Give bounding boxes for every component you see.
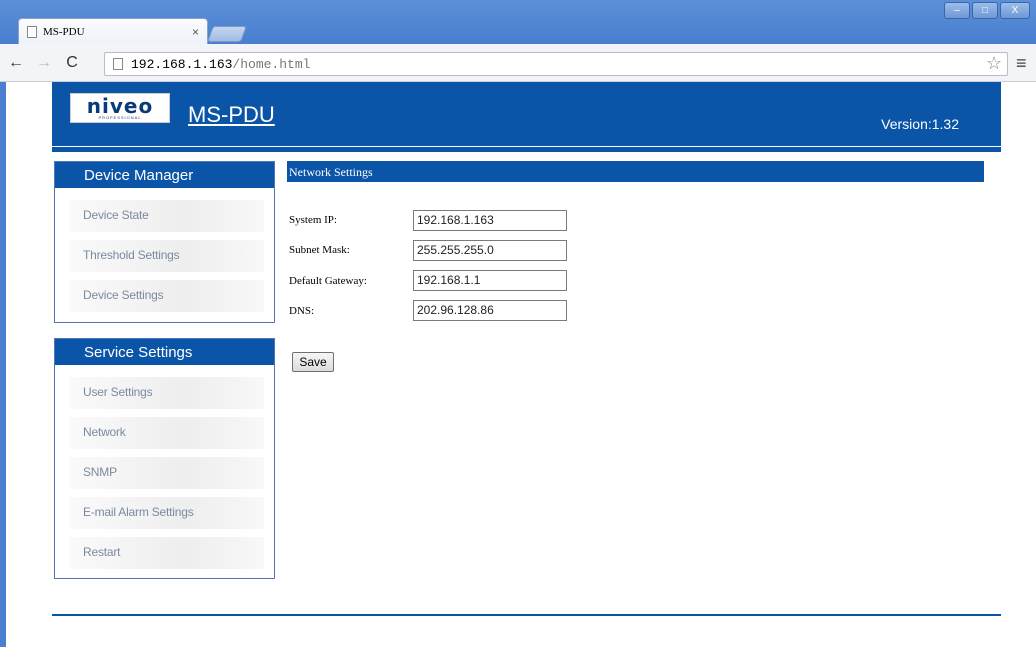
close-window-button[interactable]: X <box>1000 2 1030 19</box>
address-bar[interactable]: 192.168.1.163/home.html <box>104 52 1008 76</box>
minimize-button[interactable]: – <box>944 2 970 19</box>
menu-icon[interactable]: ≡ <box>1016 53 1027 74</box>
logo-text: niveo <box>86 93 154 118</box>
logo: niveo PROFESSIONAL <box>70 93 170 123</box>
tab-title: MS-PDU <box>43 25 85 38</box>
header-banner: niveo PROFESSIONAL MS-PDU Version:1.32 <box>52 82 1001 146</box>
window-border <box>0 82 6 647</box>
browser-toolbar: ← → C 192.168.1.163/home.html ☆ ≡ <box>0 44 1036 82</box>
subnet-mask-input[interactable]: 255.255.255.0 <box>413 240 567 261</box>
footer-divider <box>52 614 1001 616</box>
reload-icon[interactable]: C <box>60 54 84 72</box>
sidebar-item-restart[interactable]: Restart <box>69 537 264 569</box>
url-path: /home.html <box>232 56 311 72</box>
sidebar-item-user-settings[interactable]: User Settings <box>69 377 264 409</box>
subnet-mask-label: Subnet Mask: <box>289 244 350 256</box>
browser-titlebar: MS-PDU × – □ X <box>0 0 1036 44</box>
browser-tab[interactable]: MS-PDU × <box>18 18 208 44</box>
bookmark-star-icon[interactable]: ☆ <box>986 53 1002 74</box>
new-tab-button[interactable] <box>207 26 247 42</box>
maximize-button[interactable]: □ <box>972 2 998 19</box>
default-gateway-input[interactable]: 192.168.1.1 <box>413 270 567 291</box>
device-manager-heading: Device Manager <box>55 162 274 188</box>
product-title[interactable]: MS-PDU <box>188 102 275 128</box>
sidebar-item-device-state[interactable]: Device State <box>69 200 264 232</box>
window-controls: – □ X <box>944 2 1030 19</box>
device-manager-panel: Device Manager Device State Threshold Se… <box>54 161 275 323</box>
logo-subtext: PROFESSIONAL <box>98 114 142 120</box>
save-button[interactable]: Save <box>292 352 334 372</box>
service-settings-panel: Service Settings User Settings Network S… <box>54 338 275 579</box>
system-ip-label: System IP: <box>289 214 337 226</box>
default-gateway-label: Default Gateway: <box>289 275 367 287</box>
url-host: 192.168.1.163 <box>131 56 233 72</box>
close-tab-icon[interactable]: × <box>192 25 199 39</box>
dns-label: DNS: <box>289 305 315 317</box>
forward-arrow-icon[interactable]: → <box>32 54 56 72</box>
sidebar-item-snmp[interactable]: SNMP <box>69 457 264 489</box>
page-icon <box>27 25 37 38</box>
system-ip-input[interactable]: 192.168.1.163 <box>413 210 567 231</box>
dns-input[interactable]: 202.96.128.86 <box>413 300 567 321</box>
back-arrow-icon[interactable]: ← <box>4 54 28 72</box>
sidebar-item-network[interactable]: Network <box>69 417 264 449</box>
sidebar-item-threshold-settings[interactable]: Threshold Settings <box>69 240 264 272</box>
page-icon <box>113 58 123 70</box>
version-label: Version:1.32 <box>881 116 959 132</box>
sidebar-item-device-settings[interactable]: Device Settings <box>69 280 264 312</box>
header-divider <box>52 147 1001 152</box>
sidebar-item-email-alarm-settings[interactable]: E-mail Alarm Settings <box>69 497 264 529</box>
service-settings-heading: Service Settings <box>55 339 274 365</box>
network-settings-heading: Network Settings <box>287 161 984 182</box>
